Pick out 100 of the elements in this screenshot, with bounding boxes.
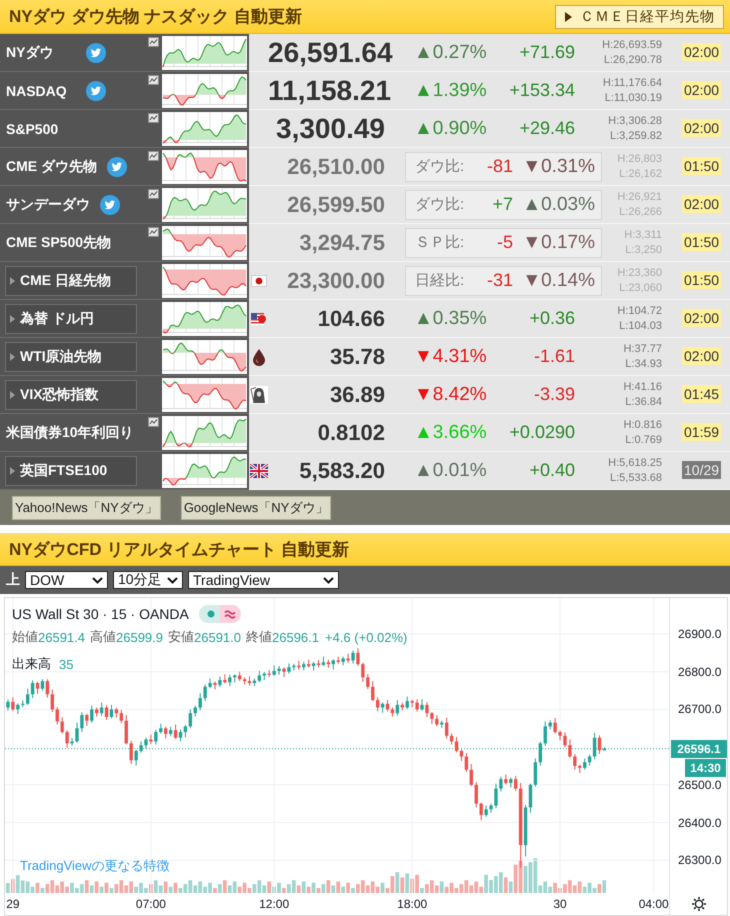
update-time: 01:45 xyxy=(682,385,722,403)
chart-icon[interactable] xyxy=(148,189,159,199)
change-value: -3.39 xyxy=(534,384,575,404)
price-value: 0.8102 xyxy=(318,420,385,444)
ohlc-label: 始値 xyxy=(12,628,38,646)
price-value: 104.66 xyxy=(318,306,385,330)
time-tick: 12:00 xyxy=(259,897,290,911)
ohlc-value: 26599.9 xyxy=(116,630,163,644)
low-value: L:3,259.82 xyxy=(610,128,662,144)
percent-change: ▲3.66% xyxy=(414,422,487,442)
change-value: +71.69 xyxy=(519,42,575,62)
percent-change: ▼8.42% xyxy=(414,384,487,404)
chart-icon[interactable] xyxy=(148,75,159,85)
bird-icon[interactable] xyxy=(86,80,106,100)
market-button[interactable]: CME 日経先物 xyxy=(5,266,137,296)
difference-value: -5 xyxy=(496,232,513,253)
percent-change: ▼0.14% xyxy=(522,270,595,292)
market-name[interactable]: NASDAQ xyxy=(6,82,76,98)
change-value: +0.36 xyxy=(529,308,575,328)
change-value: +0.40 xyxy=(529,460,575,480)
percent-change: ▲0.01% xyxy=(414,460,487,480)
update-time: 02:00 xyxy=(682,309,722,327)
market-name[interactable]: 米国債券10年利回り xyxy=(6,424,134,442)
price-value: 35.78 xyxy=(330,344,385,368)
market-button[interactable]: 為替 ドル円 xyxy=(5,304,137,334)
percent-change: ▼0.17% xyxy=(522,232,595,254)
high-value: H:26,693.59 xyxy=(602,38,662,52)
price-value: 11,158.21 xyxy=(268,74,392,106)
chart-icon[interactable] xyxy=(148,151,159,161)
low-value: L:104.03 xyxy=(619,318,662,334)
price-tick: 26900.0 xyxy=(678,627,722,641)
settings-icon[interactable] xyxy=(690,896,706,912)
market-name[interactable]: CME ダウ先物 xyxy=(6,158,97,176)
low-value: L:5,533.68 xyxy=(610,470,662,486)
bird-icon[interactable] xyxy=(107,156,127,176)
news-link[interactable]: Yahoo!News「NYダウ」 xyxy=(12,496,161,520)
ohlc-value: 26591.0 xyxy=(194,630,241,644)
difference-value: +7 xyxy=(491,194,513,215)
change-value: +0.0290 xyxy=(509,422,575,442)
market-name[interactable]: サンデーダウ xyxy=(6,196,90,214)
update-time: 02:00 xyxy=(682,195,722,213)
price-tick: 26300.0 xyxy=(678,853,722,868)
change-value: +4.6 (+0.02%) xyxy=(325,630,408,644)
high-value: H:26,921 xyxy=(617,190,662,204)
time-tick: 04:00 xyxy=(638,897,669,911)
market-button[interactable]: 英国FTSE100 xyxy=(5,456,137,486)
market-button[interactable]: WTI原油先物 xyxy=(5,342,137,372)
price-value: 3,294.75 xyxy=(299,230,385,254)
market-name[interactable]: NYダウ xyxy=(6,44,76,62)
dropdown[interactable]: DOW xyxy=(25,571,108,589)
market-name[interactable]: CME SP500先物 xyxy=(6,234,112,252)
update-time: 10/29 xyxy=(682,461,722,479)
low-value: L:26,290.78 xyxy=(604,52,662,68)
chart-icon[interactable] xyxy=(148,417,159,427)
countdown-badge: 14:30 xyxy=(685,758,726,777)
high-value: H:11,176.64 xyxy=(602,76,662,90)
chart-icon[interactable] xyxy=(148,227,159,237)
price-value: 36.89 xyxy=(330,382,385,406)
market-button[interactable]: VIX恐怖指数 xyxy=(5,380,137,410)
bird-icon[interactable] xyxy=(86,42,106,62)
news-link[interactable]: GoogleNews「NYダウ」 xyxy=(180,496,332,520)
chart-icon[interactable] xyxy=(148,37,159,47)
percent-change: ▲0.03% xyxy=(522,194,595,216)
chevron-icon xyxy=(92,576,103,584)
time-tick: 29 xyxy=(6,897,20,911)
change-value: +153.34 xyxy=(509,80,575,100)
percent-change: ▲0.27% xyxy=(414,42,487,62)
update-time: 01:59 xyxy=(682,423,722,441)
chevron-icon xyxy=(323,576,334,584)
futures-link[interactable]: ＣＭＥ日経平均先物 xyxy=(555,4,724,28)
price-value: 5,583.20 xyxy=(299,458,385,482)
percent-change: ▼4.31% xyxy=(414,346,487,366)
price-tick: 26500.0 xyxy=(678,778,722,792)
dropdown[interactable]: 10分足 xyxy=(113,571,183,589)
dropdown[interactable]: TradingView xyxy=(188,571,339,589)
change-value: +29.46 xyxy=(519,118,575,138)
percent-change: ▲1.39% xyxy=(414,80,487,100)
difference-value: -31 xyxy=(486,270,513,291)
high-value: H:23,360 xyxy=(617,266,662,280)
caret-icon xyxy=(565,12,572,22)
low-value: L:11,030.19 xyxy=(604,90,662,106)
update-time: 01:50 xyxy=(682,157,722,175)
time-tick: 18:00 xyxy=(397,897,428,911)
comparison-label: ダウ比: xyxy=(415,195,466,214)
market-name[interactable]: S&P500 xyxy=(6,120,76,136)
section-title: NYダウCFD リアルタイムチャート 自動更新 xyxy=(9,539,349,561)
position-label[interactable]: 上 xyxy=(6,571,20,589)
ohlc-label: 高値 xyxy=(90,628,116,646)
ohlc-value: 26596.1 xyxy=(272,630,319,644)
time-tick: 30 xyxy=(553,897,567,911)
chart-icon[interactable] xyxy=(148,113,159,123)
price-value: 23,300.00 xyxy=(287,268,385,292)
symbol-title: US Wall St 30 · 15 · OANDA xyxy=(12,606,189,622)
ohlc-label: 終値 xyxy=(246,628,272,646)
high-value: H:41.16 xyxy=(623,380,662,394)
price-value: 3,300.49 xyxy=(276,112,385,144)
last-price-badge: 26596.1 xyxy=(671,740,727,758)
caret-icon xyxy=(10,276,15,284)
comparison-label: 日経比: xyxy=(415,271,466,290)
bird-icon[interactable] xyxy=(100,194,120,214)
